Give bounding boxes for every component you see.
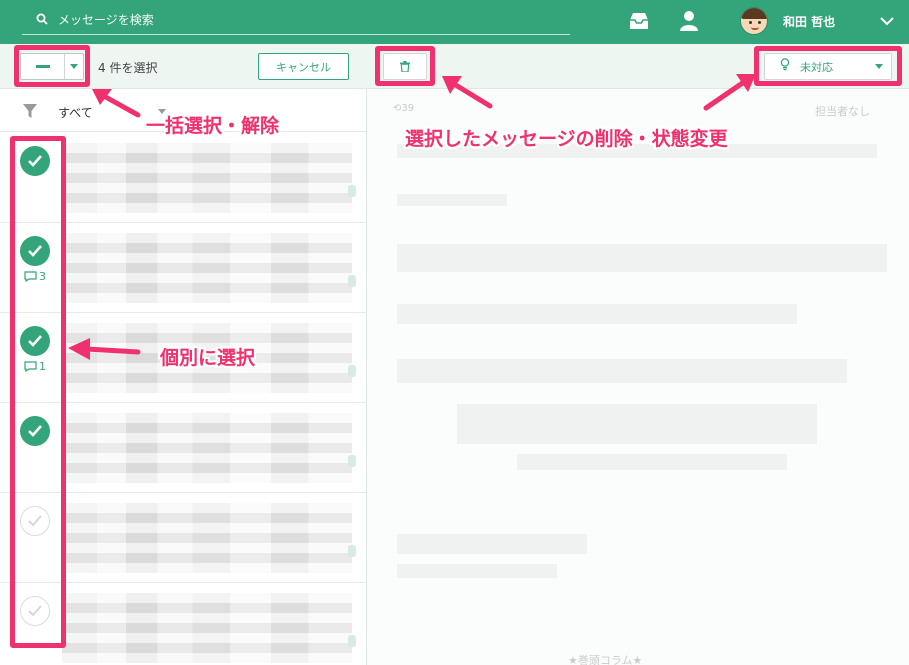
- blurred-message-preview: [62, 143, 352, 213]
- reply-count: ⟲39: [393, 103, 415, 114]
- filter-label[interactable]: すべて: [58, 104, 93, 121]
- blurred-message-preview: [62, 503, 352, 573]
- unread-marker: [348, 185, 356, 197]
- selected-count: 4 件を選択: [98, 61, 158, 75]
- arrow-icon: [68, 338, 141, 360]
- avatar[interactable]: [740, 7, 768, 35]
- user-name[interactable]: 和田 哲也: [783, 13, 835, 30]
- faded-content: [397, 244, 887, 272]
- user-icon[interactable]: [680, 10, 698, 32]
- avatar-eye-right: [758, 21, 761, 24]
- search-bar[interactable]: [22, 7, 570, 35]
- highlight-delete: [375, 46, 435, 86]
- highlight-checkboxes: [10, 136, 66, 648]
- unread-marker: [348, 275, 356, 287]
- filter-icon: [23, 104, 37, 118]
- blurred-message-preview: [62, 593, 352, 663]
- inbox-icon[interactable]: [628, 12, 650, 30]
- highlight-status: [754, 46, 902, 86]
- avatar-hair: [741, 8, 767, 19]
- unread-marker: [348, 635, 356, 647]
- annotation-bulk-select: 一括選択・解除: [146, 115, 280, 137]
- assignee-label[interactable]: 担当者なし: [815, 103, 870, 119]
- annotation-individual-select: 個別に選択: [160, 347, 256, 369]
- blurred-message-preview: [62, 233, 352, 303]
- chevron-down-icon[interactable]: [879, 13, 895, 29]
- faded-content: [397, 194, 507, 206]
- faded-content: [397, 359, 847, 383]
- reply-count-value: 39: [401, 103, 415, 114]
- top-bar: [0, 0, 909, 44]
- column-heading: ★巻頭コラム★: [568, 654, 643, 665]
- search-icon: [36, 13, 48, 25]
- unread-marker: [348, 365, 356, 377]
- annotation-bulk-actions: 選択したメッセージの削除・状態変更: [405, 128, 728, 150]
- unread-marker: [348, 455, 356, 467]
- unread-marker: [348, 545, 356, 557]
- faded-content: [397, 534, 587, 554]
- faded-content: [397, 304, 797, 324]
- arrow-icon: [442, 76, 493, 109]
- faded-content: [457, 404, 817, 444]
- arrow-icon: [92, 89, 141, 118]
- blurred-message-preview: [62, 413, 352, 483]
- avatar-eye-left: [749, 21, 752, 24]
- highlight-bulk-select: [14, 45, 90, 87]
- faded-content: [397, 564, 557, 578]
- arrow-icon: [703, 74, 756, 111]
- cancel-button[interactable]: キャンセル: [258, 53, 349, 80]
- search-input[interactable]: [58, 9, 558, 31]
- faded-content: [517, 454, 787, 470]
- avatar-mouth: [751, 27, 759, 30]
